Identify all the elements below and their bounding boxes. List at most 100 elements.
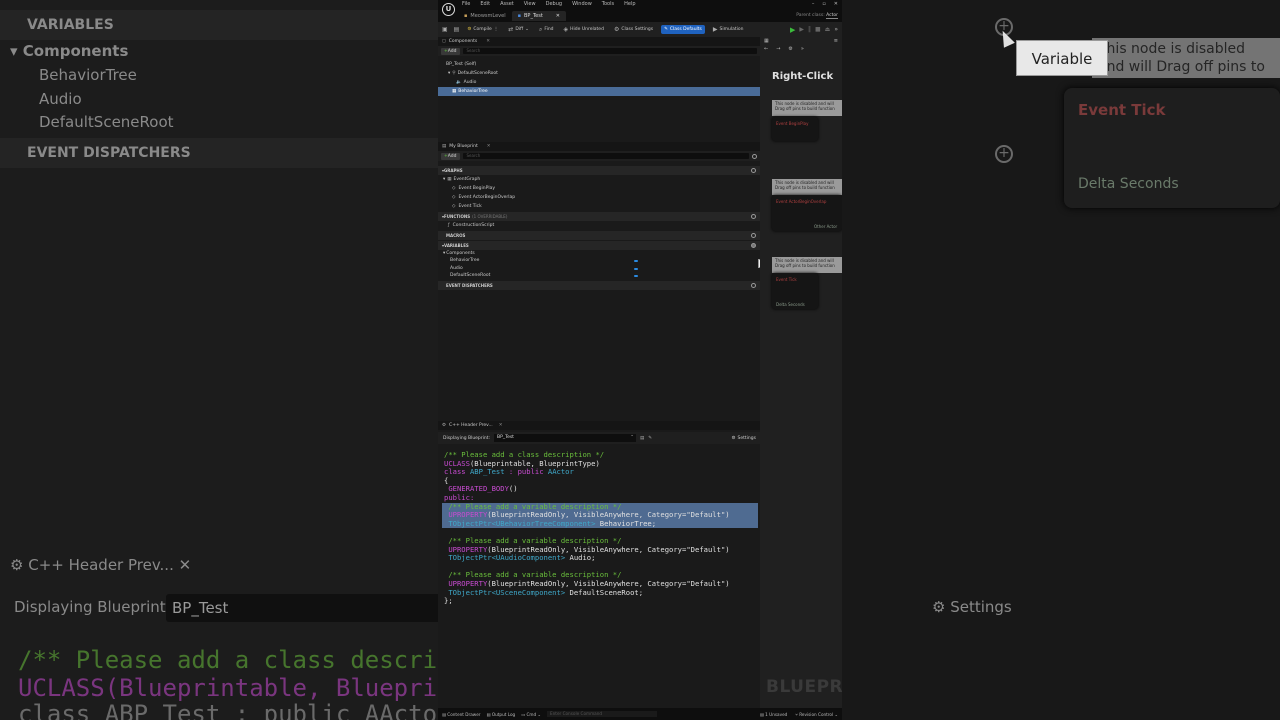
plus-icon[interactable]: [751, 168, 756, 173]
content-drawer-button[interactable]: ▤ Content Drawer: [442, 712, 481, 717]
left-column: ◻ Components ✕ +Add Search BP_Test (Self) …: [438, 37, 760, 720]
event-graph-item[interactable]: ▾ ▦ EventGraph: [438, 175, 760, 184]
close-icon[interactable]: ✕: [487, 144, 491, 149]
window-controls: – ▫ ✕: [812, 1, 838, 7]
menu-file[interactable]: File: [462, 1, 470, 7]
toolbar: ▣ ▤ ⚙ Compile ⋮ ⇄ Diff ⌄ ⌕ Find ◈ Hide Unrel…: [438, 22, 842, 37]
variable-item[interactable]: DefaultSceneRoot: [438, 272, 760, 280]
node-pin: Other Actor: [814, 224, 838, 229]
menu-asset[interactable]: Asset: [500, 1, 514, 7]
bg-displaying-value: BP_Test: [166, 594, 438, 622]
pause-icon[interactable]: ‖: [808, 26, 811, 33]
graph-settings-icon[interactable]: ⚙: [788, 46, 792, 52]
minimize-icon[interactable]: –: [812, 1, 815, 7]
menu-edit[interactable]: Edit: [480, 1, 490, 7]
class-defaults-button[interactable]: ✎ Class Defaults: [661, 25, 705, 34]
tab-bp-test[interactable]: ▪ BP_Test ✕: [511, 11, 566, 21]
menu-icon[interactable]: ≡: [834, 38, 842, 44]
play-icon[interactable]: ▶: [790, 26, 795, 34]
more-icon[interactable]: »: [834, 26, 838, 33]
menu-window[interactable]: Window: [572, 1, 592, 7]
settings-button[interactable]: ⚙ Settings: [731, 436, 760, 441]
step-icon[interactable]: ▶: [799, 26, 804, 33]
bg-code-line: /** Please add a class descrip: [18, 646, 438, 674]
forward-icon[interactable]: →: [776, 46, 780, 52]
tab-level[interactable]: ▪ MeowsmLevel: [458, 11, 512, 21]
class-settings-button[interactable]: ⚙ Class Settings: [612, 24, 655, 35]
tree-root[interactable]: BP_Test (Self): [438, 60, 760, 69]
tree-item-defaultsceneroot[interactable]: ▾ ⚲ DefaultSceneRoot: [438, 69, 760, 78]
event-item[interactable]: ◇ Event Tick: [438, 202, 760, 211]
stop-icon[interactable]: ■: [815, 26, 821, 33]
function-item[interactable]: ƒ ConstructionScript: [438, 221, 760, 230]
plus-icon[interactable]: [751, 243, 756, 248]
menu-debug[interactable]: Debug: [546, 1, 562, 7]
my-blueprint-search-input[interactable]: Search: [462, 153, 749, 159]
menu-view[interactable]: View: [524, 1, 536, 7]
edit-icon[interactable]: ✎: [648, 436, 652, 441]
bg-displaying-label: Displaying Blueprint:: [14, 598, 171, 616]
close-icon[interactable]: ✕: [499, 423, 503, 428]
bg-item: DefaultSceneRoot: [39, 113, 174, 131]
mouse-cursor-icon: [997, 28, 1015, 48]
graphs-section[interactable]: ▾ GRAPHS: [438, 166, 760, 175]
components-search-input[interactable]: Search: [462, 48, 757, 54]
revision-control-button[interactable]: ⑂ Revision Control ⌄: [795, 712, 838, 717]
back-icon[interactable]: ←: [764, 46, 768, 52]
components-tab[interactable]: ◻ Components ✕: [438, 37, 760, 46]
functions-section[interactable]: ▾ FUNCTIONS (1 OVERRIDABLE): [438, 212, 760, 221]
bg-code-line: UCLASS(Blueprintable, Blueprin: [18, 674, 438, 702]
diff-button[interactable]: ⇄ Diff ⌄: [506, 24, 531, 35]
variable-item[interactable]: BehaviorTree: [438, 257, 760, 265]
grid-icon[interactable]: ▦: [764, 38, 769, 44]
close-icon[interactable]: ✕: [834, 1, 838, 7]
my-blueprint-tab[interactable]: ▤ My Blueprint ✕: [438, 142, 760, 151]
settings-icon[interactable]: [752, 153, 757, 159]
add-button[interactable]: +Add: [441, 152, 460, 160]
plus-icon[interactable]: [751, 282, 756, 288]
compile-button[interactable]: ⚙ Compile ⋮: [465, 25, 500, 34]
cmd-button[interactable]: ▭ Cmd ⌄: [521, 712, 541, 717]
simulation-button[interactable]: ▶ Simulation: [711, 24, 746, 35]
maximize-icon[interactable]: ▫: [822, 1, 825, 7]
tree-item-audio[interactable]: 🔈 Audio: [438, 78, 760, 87]
parent-class: Parent class: Actor: [796, 13, 838, 19]
hide-unrelated-button[interactable]: ◈ Hide Unrelated: [562, 24, 606, 35]
parent-class-link[interactable]: Actor: [826, 13, 838, 19]
disabled-comment: This node is disabled and will Drag off …: [772, 257, 842, 273]
browse-icon[interactable]: ▤: [454, 26, 460, 33]
bg-components-label: ▾ Components: [10, 42, 129, 60]
eject-icon[interactable]: ⏏: [825, 26, 831, 33]
save-icon[interactable]: ▣: [442, 26, 448, 33]
console-command-input[interactable]: Enter Console Command: [547, 711, 657, 717]
variable-type-pill: [634, 260, 638, 262]
cpp-preview-tab[interactable]: ⚙ C++ Header Prev... ✕: [438, 421, 760, 430]
menu-help[interactable]: Help: [624, 1, 635, 7]
blueprint-select[interactable]: BP_Test: [494, 432, 637, 442]
event-item[interactable]: ◇ Event ActorBeginOverlap: [438, 193, 760, 202]
plus-icon[interactable]: [751, 233, 756, 238]
bg-item: BehaviorTree: [39, 66, 137, 84]
more-icon[interactable]: »: [801, 46, 804, 52]
output-log-button[interactable]: ▤ Output Log: [487, 712, 516, 717]
menu-tools[interactable]: Tools: [602, 1, 614, 7]
close-icon[interactable]: ✕: [486, 39, 490, 44]
node-title: Event Tick: [776, 277, 797, 282]
variable-item[interactable]: Audio: [438, 265, 760, 273]
bg-node-title: Event Tick: [1078, 101, 1166, 119]
unsaved-button[interactable]: ▤ 1 Unsaved: [760, 712, 787, 717]
find-button[interactable]: ⌕ Find: [537, 24, 556, 36]
variable-type-pill: [634, 275, 638, 277]
tree-item-behaviortree[interactable]: ▦ BehaviorTree: [438, 87, 760, 96]
event-item[interactable]: ◇ Event BeginPlay: [438, 184, 760, 193]
variables-section[interactable]: ▾ VARIABLES: [438, 241, 760, 250]
bg-code-line: class ABP_Test : public AActo: [18, 700, 438, 720]
macros-section[interactable]: MACROS: [438, 231, 760, 240]
browse-icon[interactable]: ▤: [640, 436, 644, 441]
disabled-comment: This node is disabled and will Drag off …: [772, 179, 842, 195]
add-component-button[interactable]: +Add: [441, 47, 460, 55]
background-left: VARIABLES ▾ Components BehaviorTree Audi…: [0, 0, 438, 720]
event-dispatchers-section[interactable]: EVENT DISPATCHERS: [438, 280, 760, 290]
components-category[interactable]: ▾ Components: [438, 250, 760, 257]
plus-icon[interactable]: [751, 214, 756, 219]
